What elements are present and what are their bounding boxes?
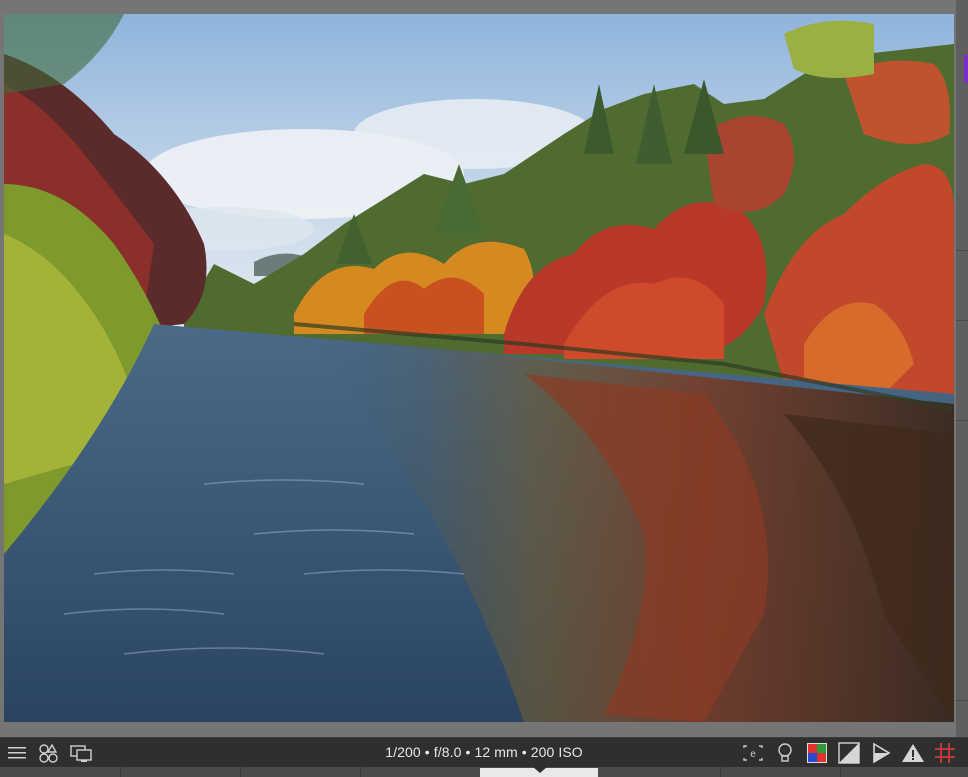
- tab-divider: [720, 767, 721, 777]
- focus-peaking-icon[interactable]: e: [740, 741, 766, 765]
- bottom-toolbar: 1/200 • f/8.0 • 12 mm • 200 ISO e: [0, 737, 968, 768]
- clipping-warning-icon[interactable]: [900, 741, 926, 765]
- photo-image: [4, 14, 954, 722]
- panel-divider: [956, 250, 968, 251]
- tab-divider: [360, 767, 361, 777]
- toolbar-right-group: e: [740, 741, 958, 765]
- svg-text:e: e: [750, 749, 756, 760]
- raw-overexposed-icon[interactable]: [868, 741, 894, 765]
- tab-divider: [120, 767, 121, 777]
- image-canvas: [0, 0, 968, 737]
- color-assessment-icon[interactable]: [804, 741, 830, 765]
- filmstrip-tabs: [0, 767, 968, 777]
- tab-divider: [240, 767, 241, 777]
- exif-line: 1/200 • f/8.0 • 12 mm • 200 ISO: [385, 744, 583, 760]
- panel-divider: [956, 700, 968, 701]
- photo-preview[interactable]: [4, 14, 954, 722]
- panel-accent-marker: [964, 55, 968, 83]
- tab-divider: [840, 767, 841, 777]
- panel-divider: [956, 420, 968, 421]
- right-panel-edge: [956, 0, 968, 737]
- exposure-split-icon[interactable]: [836, 741, 862, 765]
- collapse-caret-icon[interactable]: [533, 767, 547, 773]
- lightbulb-icon[interactable]: [772, 741, 798, 765]
- panel-divider: [956, 320, 968, 321]
- guide-overlay-icon[interactable]: [932, 741, 958, 765]
